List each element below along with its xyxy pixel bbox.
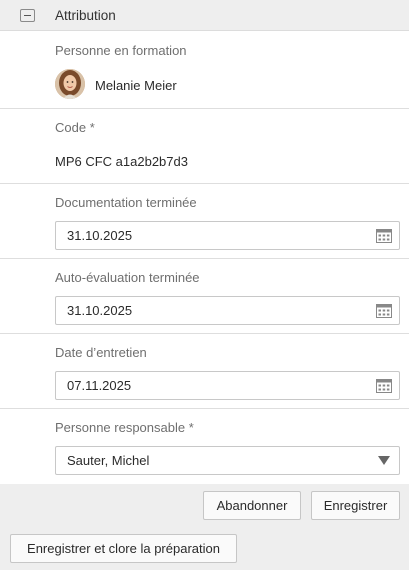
documentation-date-field[interactable]: 31.10.2025: [55, 221, 400, 250]
avatar: [55, 69, 85, 99]
code-row: Code * MP6 CFC a1a2b2b7d3: [0, 109, 409, 184]
section-header[interactable]: Attribution: [0, 0, 409, 31]
interview-date-value: 07.11.2025: [67, 378, 132, 393]
responsible-row: Personne responsable * Sauter, Michel: [0, 409, 409, 485]
save-and-close-button[interactable]: Enregistrer et clore la préparation: [10, 534, 237, 563]
code-value: MP6 CFC a1a2b2b7d3: [55, 154, 188, 169]
interview-date-field[interactable]: 07.11.2025: [55, 371, 400, 400]
self-assessment-label: Auto-évaluation terminée: [55, 270, 200, 285]
calendar-icon[interactable]: [376, 378, 392, 393]
save-button[interactable]: Enregistrer: [311, 491, 400, 520]
documentation-date-value: 31.10.2025: [67, 228, 133, 243]
interview-date-row: Date d’entretien 07.11.2025: [0, 334, 409, 409]
calendar-icon[interactable]: [376, 228, 392, 243]
action-footer: Abandonner Enregistrer Enregistrer et cl…: [0, 484, 409, 570]
attribution-panel: Attribution Personne en formation Melani…: [0, 0, 409, 570]
responsible-label: Personne responsable *: [55, 420, 194, 435]
triangle-down-icon[interactable]: [378, 456, 390, 465]
code-label: Code *: [55, 120, 95, 135]
trainee-label: Personne en formation: [55, 43, 187, 58]
section-title: Attribution: [55, 7, 116, 23]
responsible-value: Sauter, Michel: [67, 453, 150, 468]
self-assessment-date-field[interactable]: 31.10.2025: [55, 296, 400, 325]
self-assessment-row: Auto-évaluation terminée 31.10.2025: [0, 259, 409, 334]
documentation-row: Documentation terminée 31.10.2025: [0, 184, 409, 259]
collapse-minus-icon[interactable]: [20, 8, 35, 22]
cancel-button[interactable]: Abandonner: [203, 491, 301, 520]
trainee-name: Melanie Meier: [95, 78, 177, 93]
interview-date-label: Date d’entretien: [55, 345, 147, 360]
responsible-select[interactable]: Sauter, Michel: [55, 446, 400, 475]
trainee-row: Personne en formation Melanie Meier: [0, 31, 409, 109]
self-assessment-date-value: 31.10.2025: [67, 303, 133, 318]
documentation-label: Documentation terminée: [55, 195, 197, 210]
calendar-icon[interactable]: [376, 303, 392, 318]
